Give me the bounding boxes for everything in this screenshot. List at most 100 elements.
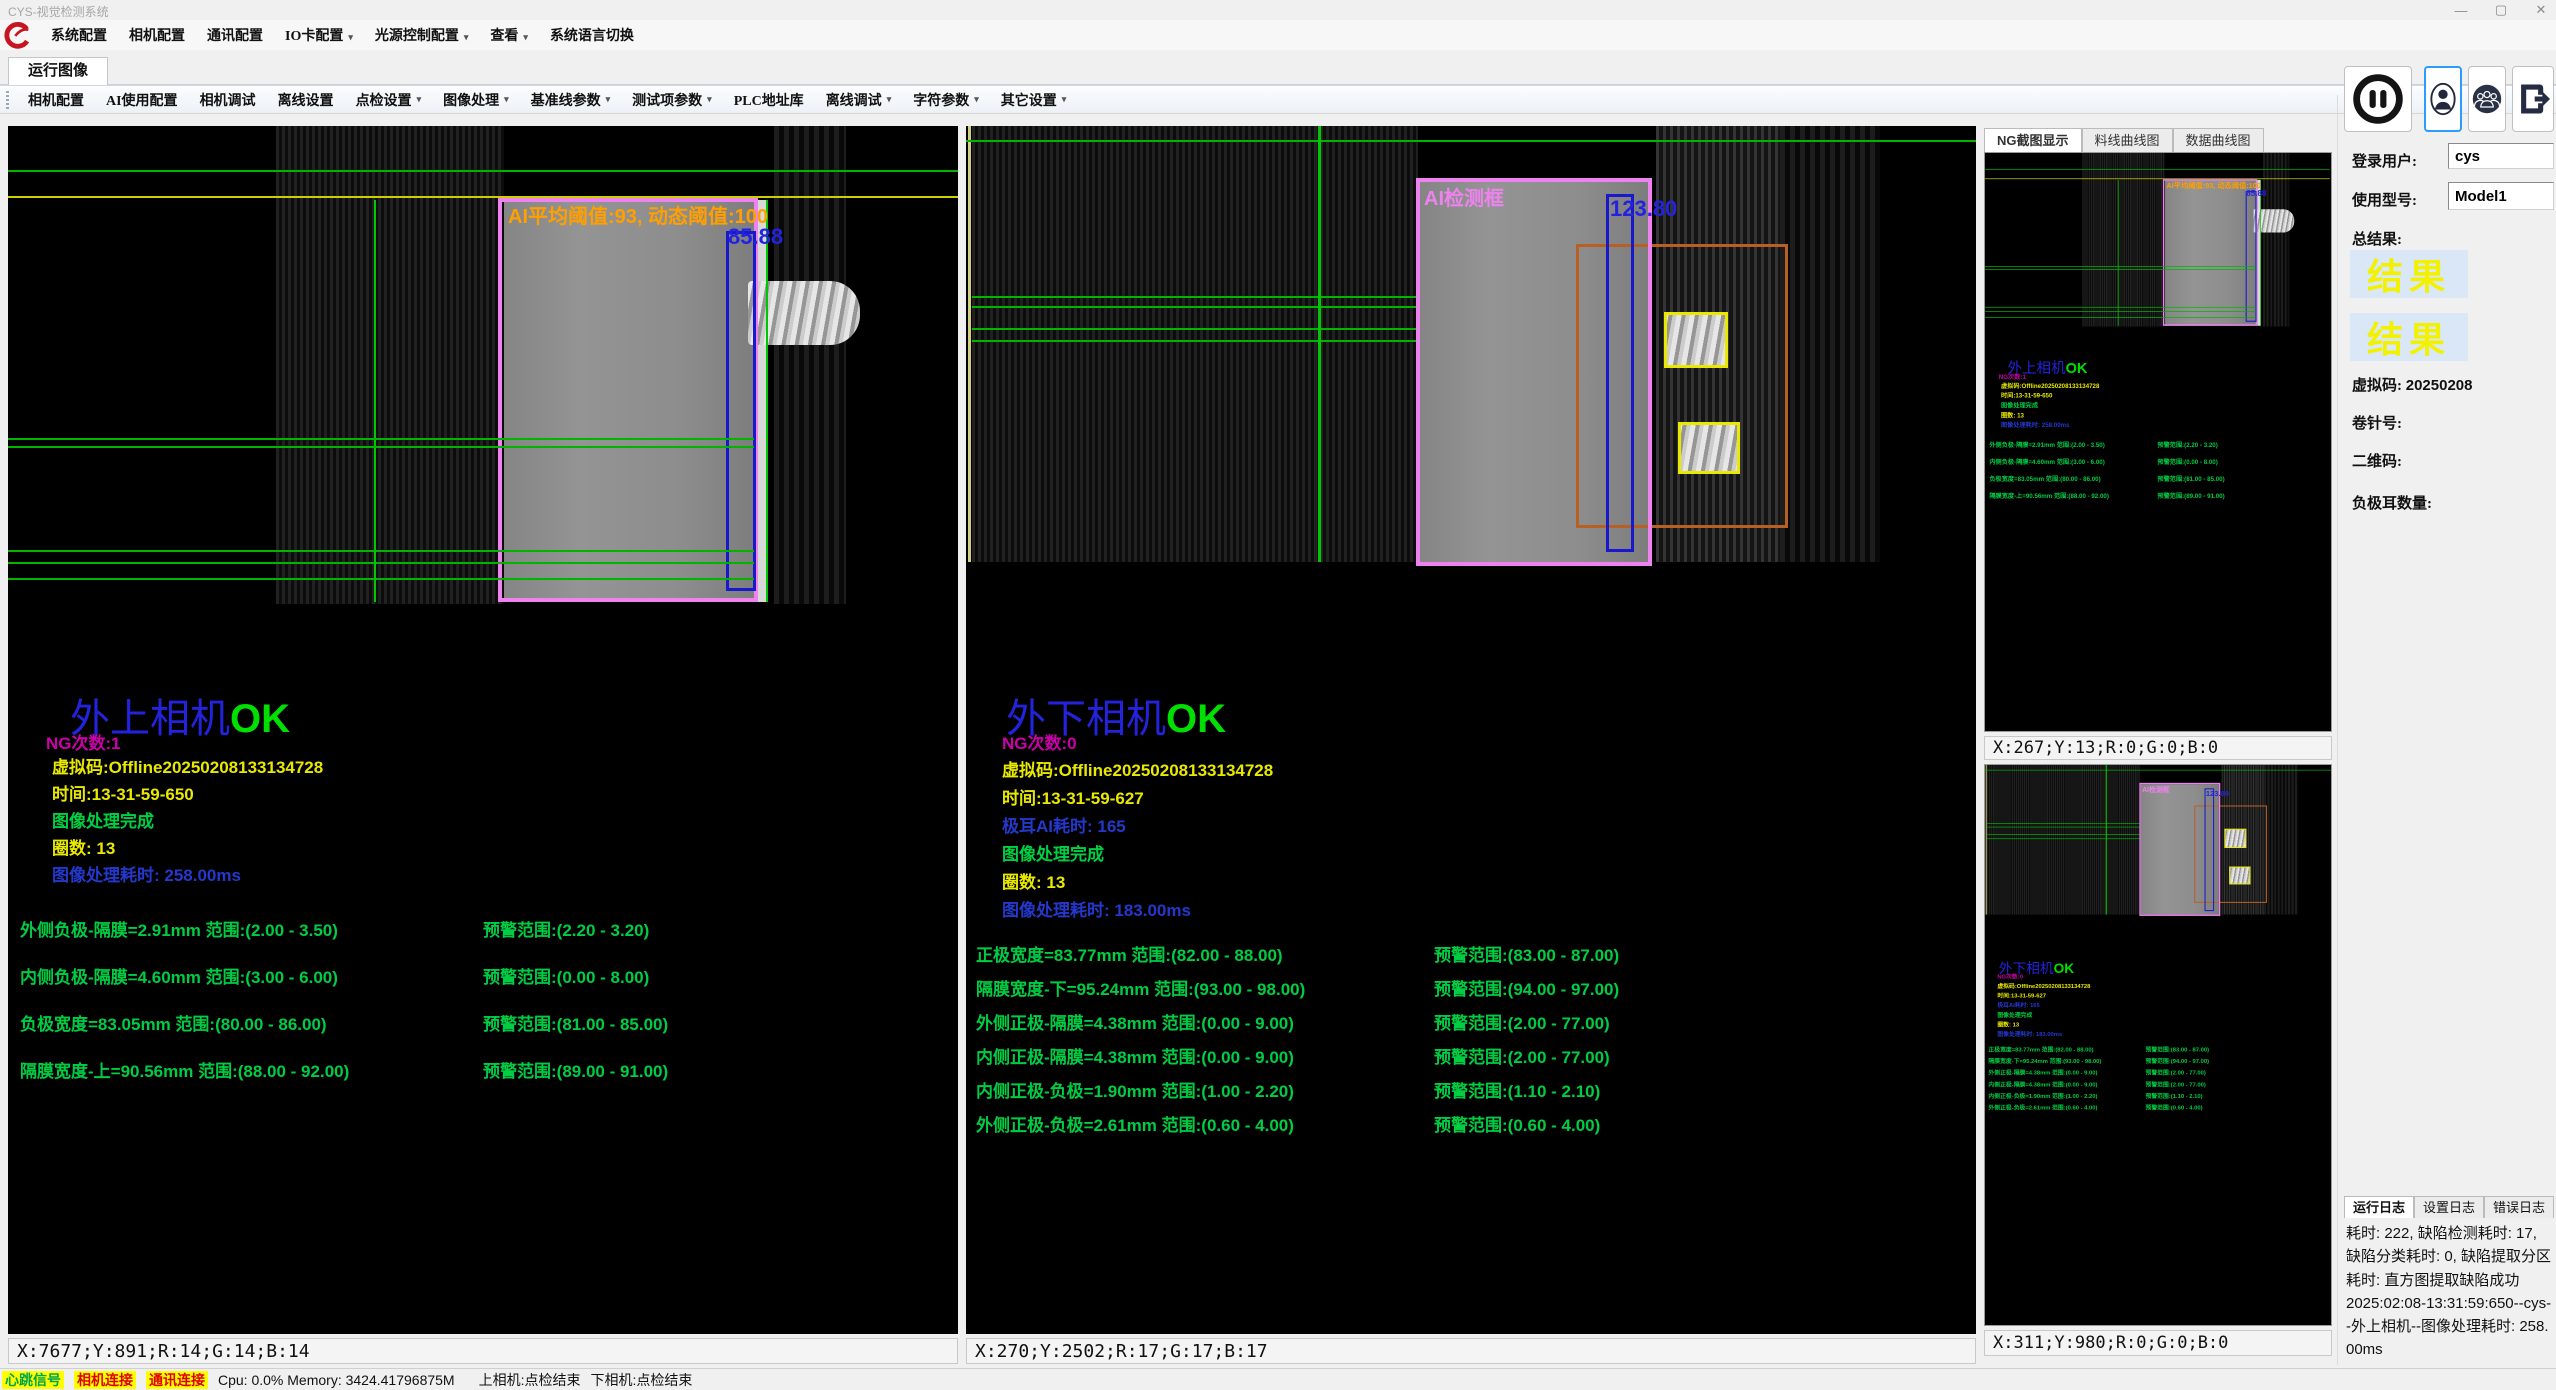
tool-offline-debug[interactable]: 离线调试▾: [815, 90, 903, 110]
cpu-memory-text: Cpu: 0.0% Memory: 3424.41796875M: [218, 1372, 455, 1388]
measurement-warn: 预警范围:(2.20 - 3.20): [483, 916, 649, 941]
tool-camera-config[interactable]: 相机配置: [17, 90, 95, 110]
tab-line-curve[interactable]: 料线曲线图: [2082, 128, 2173, 152]
tab-row: 运行图像: [0, 50, 2556, 85]
measurement-warn: 预警范围:(2.20 - 3.20): [2157, 440, 2217, 449]
dropdown-arrow-icon: ▾: [464, 32, 469, 42]
tab-ng-screenshot[interactable]: NG截图显示: [1984, 128, 2082, 152]
negative-tab-count-label: 负极耳数量:: [2352, 492, 2432, 513]
user-manage-button[interactable]: [2468, 66, 2506, 132]
toolbar-gripper[interactable]: [6, 91, 9, 109]
title-bar: CYS-视觉检测系统 — ▢ ✕: [0, 0, 2556, 20]
model-input[interactable]: [2448, 182, 2554, 210]
tool-spot-check[interactable]: 点检设置▾: [345, 90, 433, 110]
menu-language-switch[interactable]: 系统语言切换: [539, 25, 645, 45]
baseline-green: [1985, 307, 2256, 308]
baseline-green: [972, 306, 1418, 308]
menu-comm-config[interactable]: 通讯配置: [196, 25, 274, 45]
tool-plc-address-lib[interactable]: PLC地址库: [723, 90, 815, 110]
window-title: CYS-视觉检测系统: [8, 3, 109, 20]
baseline-yellow: [8, 196, 958, 198]
login-user-label: 登录用户:: [2352, 150, 2417, 171]
menu-io-card-config[interactable]: IO卡配置▾: [274, 25, 364, 45]
tool-image-processing[interactable]: 图像处理▾: [432, 90, 520, 110]
measurement-text: 隔膜宽度-上=90.56mm 范围:(88.00 - 92.00): [20, 1057, 349, 1082]
right-image-texture: [1780, 126, 1880, 562]
ng-preview-top[interactable]: AI平均阈值:93, 动态阈值:100 85.88 外上相机OK NG次数:1 …: [1984, 152, 2332, 732]
maximize-icon[interactable]: ▢: [2492, 2, 2510, 18]
login-user-input[interactable]: [2448, 143, 2554, 169]
baseline-green: [1987, 823, 2140, 824]
virtual-code-value: 20250208: [2406, 377, 2473, 394]
baseline-green: [1985, 269, 2256, 270]
baseline-green-vertical: [374, 200, 376, 602]
measurement-text: 隔膜宽度-下=95.24mm 范围:(93.00 - 98.00): [976, 975, 1305, 1000]
tab-settings-log[interactable]: 设置日志: [2414, 1196, 2484, 1218]
info-time: 时间:13-31-59-627: [1997, 991, 2046, 1000]
right-camera-panel[interactable]: AI检测框 123.80 外下相机OK NG次数:0 虚拟码:Offline20…: [966, 126, 1976, 1334]
dropdown-arrow-icon: ▾: [417, 94, 422, 105]
upper-camera-status: 上相机:点检结束: [479, 1370, 581, 1390]
baseline-green-vertical: [2106, 765, 2107, 915]
baseline-green: [972, 328, 1418, 330]
info-loop-count: 圈数: 13: [52, 834, 115, 859]
tool-offline-settings[interactable]: 离线设置: [267, 90, 345, 110]
info-virtual-code: 虚拟码:Offline20250208133134728: [2001, 381, 2099, 390]
measurement-warn: 预警范围:(94.00 - 97.00): [1434, 975, 1619, 1000]
login-user-button[interactable]: [2424, 66, 2462, 132]
tab-run-log[interactable]: 运行日志: [2344, 1196, 2414, 1218]
info-time: 时间:13-31-59-650: [2001, 390, 2052, 399]
minimize-icon[interactable]: —: [2452, 3, 2470, 18]
tool-test-item-params[interactable]: 测试项参数▾: [621, 90, 723, 110]
baseline-green-vertical: [2118, 180, 2119, 326]
baseline-green: [1985, 266, 2256, 267]
measurement-warn: 预警范围:(0.60 - 4.00): [1434, 1111, 1600, 1136]
bottom-status-bar: 心跳信号 相机连接 通讯连接 Cpu: 0.0% Memory: 3424.41…: [0, 1368, 2556, 1390]
measurement-warn: 预警范围:(89.00 - 91.00): [483, 1057, 668, 1082]
tab-run-image[interactable]: 运行图像: [8, 57, 108, 85]
measure-box-blue: [726, 231, 756, 591]
tool-ai-use-config[interactable]: AI使用配置: [95, 90, 189, 110]
menu-camera-config[interactable]: 相机配置: [118, 25, 196, 45]
run-log-text[interactable]: 耗时: 222, 缺陷检测耗时: 17, 缺陷分类耗时: 0, 缺陷提取分区耗时…: [2346, 1222, 2552, 1372]
qrcode-label: 二维码:: [2352, 450, 2402, 471]
result-ok: OK: [2066, 360, 2088, 376]
tab-detect-box-yellow: [2229, 867, 2250, 885]
info-loop-count: 圈数: 13: [1002, 868, 1065, 893]
baseline-green: [972, 340, 1418, 342]
baseline-green: [8, 438, 754, 440]
tool-camera-debug[interactable]: 相机调试: [189, 90, 267, 110]
virtual-code-label: 虚拟码:: [2352, 378, 2402, 394]
tab-data-curve[interactable]: 数据曲线图: [2173, 128, 2264, 152]
measurement-warn: 预警范围:(2.00 - 77.00): [2146, 1080, 2206, 1089]
baseline-green: [1985, 169, 2330, 170]
menu-system-config[interactable]: 系统配置: [40, 25, 118, 45]
electrode-tab-image: [748, 281, 860, 345]
tab-error-log[interactable]: 错误日志: [2484, 1196, 2554, 1218]
lower-camera-status: 下相机:点检结束: [590, 1370, 692, 1390]
menu-view[interactable]: 查看▾: [479, 25, 539, 45]
measurement-warn: 预警范围:(0.00 - 8.00): [483, 963, 649, 988]
ng-preview-bottom[interactable]: AI检测框 123.80 外下相机OK NG次数:0 虚拟码:Offline20…: [1984, 764, 2332, 1326]
dropdown-arrow-icon: ▾: [606, 94, 611, 105]
measurement-text: 内侧正极-隔膜=4.38mm 范围:(0.00 - 9.00): [1988, 1080, 2097, 1089]
left-camera-panel[interactable]: AI平均阈值:93, 动态阈值:100 85.88 外上相机OK NG次数:1 …: [1985, 153, 2330, 592]
pause-button[interactable]: [2344, 66, 2412, 132]
measurement-text: 内侧正极-隔膜=4.38mm 范围:(0.00 - 9.00): [976, 1043, 1294, 1068]
menu-light-control-config[interactable]: 光源控制配置▾: [364, 25, 480, 45]
measurement-text: 外侧正极-负极=2.61mm 范围:(0.60 - 4.00): [976, 1111, 1294, 1136]
tab-detect-box-yellow: [2224, 829, 2246, 848]
exit-button[interactable]: [2512, 66, 2554, 132]
pause-icon: [2351, 72, 2405, 126]
left-camera-panel[interactable]: AI平均阈值:93, 动态阈值:100 85.88 外上相机OK NG次数:1 …: [8, 126, 958, 1334]
tool-char-params[interactable]: 字符参数▾: [902, 90, 990, 110]
measurement-warn: 预警范围:(2.00 - 77.00): [2146, 1068, 2206, 1077]
info-process-elapsed: 图像处理耗时: 183.00ms: [1002, 896, 1191, 921]
tool-other-settings[interactable]: 其它设置▾: [990, 90, 1078, 110]
baseline-green-vertical: [1318, 126, 1321, 562]
preview-top-status-line: X:267;Y:13;R:0;G:0;B:0: [1984, 736, 2332, 760]
tool-baseline-params[interactable]: 基准线参数▾: [520, 90, 622, 110]
close-icon[interactable]: ✕: [2532, 2, 2550, 18]
measurement-text: 外侧负极-隔膜=2.91mm 范围:(2.00 - 3.50): [20, 916, 338, 941]
right-camera-panel[interactable]: AI检测框 123.80 外下相机OK NG次数:0 虚拟码:Offline20…: [1985, 765, 2331, 1179]
